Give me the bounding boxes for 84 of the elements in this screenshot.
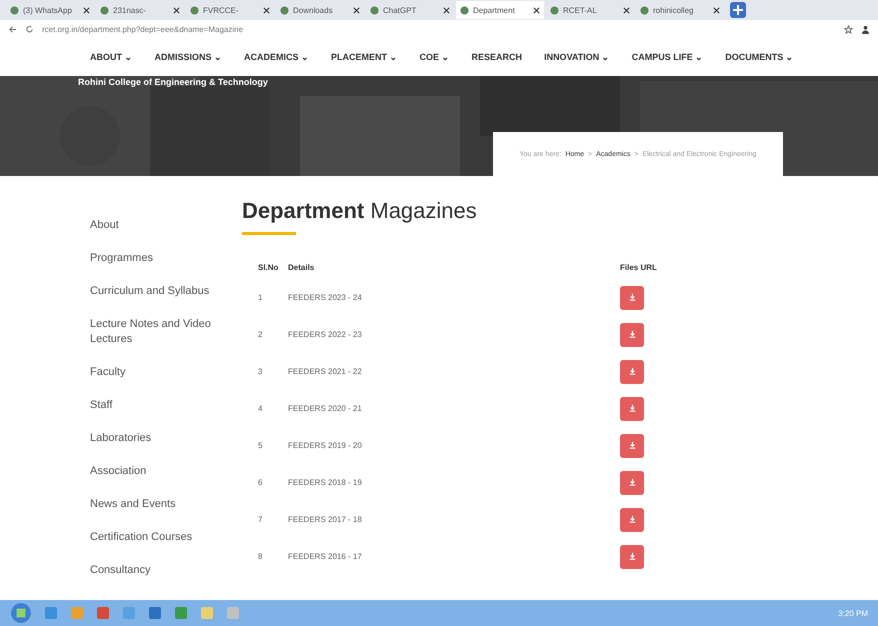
- nav-menu-item[interactable]: CAMPUS LIFE ⌄: [632, 52, 704, 62]
- download-button[interactable]: [620, 508, 644, 532]
- reload-icon[interactable]: [25, 24, 34, 34]
- download-icon: [628, 515, 636, 524]
- close-icon[interactable]: [713, 6, 720, 14]
- nav-menu-item[interactable]: COE ⌄: [420, 52, 450, 62]
- column-header: Files URL: [620, 262, 658, 272]
- download-icon: [628, 552, 636, 561]
- download-button[interactable]: [620, 322, 644, 346]
- download-button[interactable]: [620, 286, 644, 310]
- sidebar-link[interactable]: Programmes: [90, 251, 153, 266]
- clock: 3:20 PM: [838, 608, 868, 618]
- app-icon[interactable]: [148, 606, 162, 620]
- address-bar[interactable]: rcet.org.in/department.php?dept=eee&dname=Magazine: [42, 24, 836, 34]
- table-cell-text: 3: [257, 367, 264, 376]
- download-icon: [628, 404, 636, 413]
- nav-menu-item[interactable]: PLACEMENT ⌄: [331, 52, 398, 62]
- start-button[interactable]: [10, 602, 32, 624]
- sidebar-link[interactable]: News and Events: [90, 497, 176, 512]
- sidebar-link[interactable]: Curriculum and Syllabus: [90, 284, 210, 299]
- sidebar-link[interactable]: Laboratories: [90, 431, 152, 446]
- browser-tab[interactable]: FVRCCE-: [186, 1, 274, 19]
- download-icon: [628, 478, 636, 487]
- close-icon[interactable]: [533, 6, 540, 14]
- page-heading: Department Magazines: [242, 198, 478, 224]
- download-icon: [628, 441, 636, 450]
- download-button[interactable]: [620, 544, 644, 568]
- close-icon[interactable]: [623, 6, 630, 14]
- nav-menu-item[interactable]: ADMISSIONS ⌄: [154, 52, 222, 62]
- college-name: Rohini College of Engineering & Technology: [77, 76, 269, 87]
- app-icon[interactable]: [96, 606, 110, 620]
- browser-tab[interactable]: RCET-AL: [546, 1, 634, 19]
- browser-tab[interactable]: ChatGPT: [366, 1, 454, 19]
- star-icon[interactable]: [844, 24, 853, 34]
- heading-underline: [242, 232, 296, 235]
- download-icon: [628, 330, 636, 339]
- browser-tab[interactable]: rohinicolleg: [636, 1, 724, 19]
- sidebar-link[interactable]: About: [90, 218, 119, 233]
- column-header: Sl.No: [257, 262, 280, 272]
- person-icon[interactable]: [861, 24, 870, 34]
- close-icon[interactable]: [263, 6, 270, 14]
- table-cell-text: FEEDERS 2019 - 20: [288, 441, 363, 450]
- browser-tab[interactable]: 231nasc-: [96, 1, 184, 19]
- download-button[interactable]: [620, 470, 644, 494]
- table-cell-text: 7: [257, 515, 264, 524]
- column-header: Details: [288, 262, 316, 272]
- table-cell-text: 5: [257, 441, 264, 450]
- table-cell-text: FEEDERS 2017 - 18: [288, 515, 363, 524]
- browser-tab[interactable]: Department: [456, 1, 544, 19]
- table-cell-text: 2: [257, 330, 264, 339]
- sidebar-link[interactable]: Certification Courses: [90, 530, 192, 545]
- sidebar-link[interactable]: Consultancy: [90, 563, 151, 578]
- close-icon[interactable]: [83, 6, 90, 14]
- sidebar-link[interactable]: Faculty: [90, 365, 126, 380]
- table-cell-text: FEEDERS 2021 - 22: [288, 367, 363, 376]
- sidebar-link[interactable]: Association: [90, 464, 146, 479]
- nav-menu-item[interactable]: ABOUT ⌄: [90, 52, 132, 62]
- nav-menu-item[interactable]: DOCUMENTS ⌄: [725, 52, 794, 62]
- plus-icon[interactable]: [730, 2, 746, 18]
- table-cell-text: FEEDERS 2020 - 21: [288, 404, 363, 413]
- back-arrow-icon[interactable]: [8, 24, 17, 34]
- table-cell-text: FEEDERS 2022 - 23: [288, 330, 363, 339]
- nav-menu-item[interactable]: INNOVATION ⌄: [544, 52, 610, 62]
- download-button[interactable]: [620, 360, 644, 384]
- close-icon[interactable]: [443, 6, 450, 14]
- table-cell-text: 6: [257, 478, 264, 487]
- sidebar-link[interactable]: Lecture Notes and Video Lectures: [90, 317, 242, 347]
- download-button[interactable]: [620, 434, 644, 458]
- sidebar-link[interactable]: Staff: [90, 398, 112, 413]
- close-icon[interactable]: [353, 6, 360, 14]
- table-cell-text: 1: [257, 293, 264, 302]
- browser-tab[interactable]: Downloads: [276, 1, 364, 19]
- browser-tab[interactable]: (3) WhatsApp: [6, 1, 94, 19]
- nav-menu-item[interactable]: RESEARCH: [472, 52, 522, 62]
- download-button[interactable]: [620, 396, 644, 420]
- table-cell-text: 4: [257, 404, 264, 413]
- download-icon: [628, 293, 636, 302]
- table-cell-text: FEEDERS 2018 - 19: [288, 478, 363, 487]
- table-cell-text: FEEDERS 2023 - 24: [288, 293, 363, 302]
- table-cell-text: FEEDERS 2016 - 17: [288, 552, 363, 561]
- table-cell-text: 8: [257, 552, 264, 561]
- download-icon: [628, 367, 636, 376]
- nav-menu-item[interactable]: ACADEMICS ⌄: [244, 52, 310, 62]
- close-icon[interactable]: [173, 6, 180, 14]
